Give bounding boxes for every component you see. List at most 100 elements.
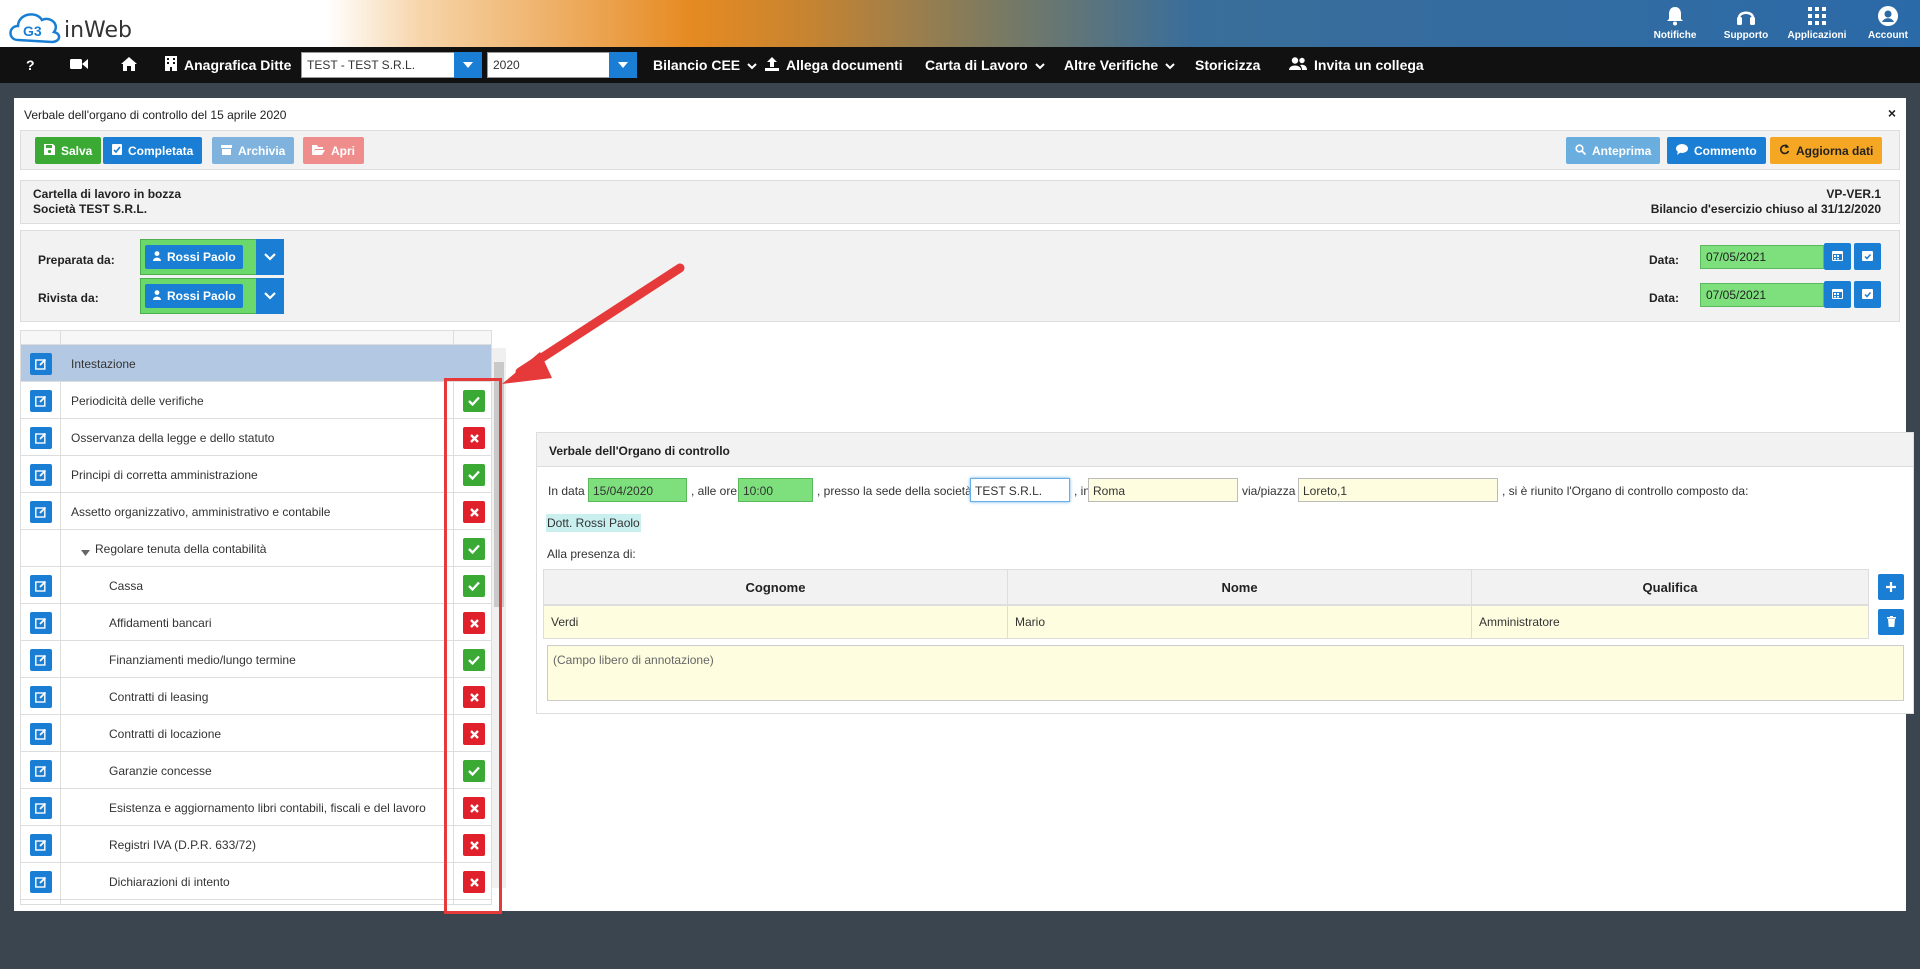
account-button[interactable]: Account	[1853, 4, 1920, 41]
column-nome[interactable]: Nome	[1007, 569, 1472, 605]
tree-row[interactable]: Periodicità delle verifiche	[21, 382, 491, 419]
edit-icon[interactable]	[30, 834, 52, 856]
home-button[interactable]	[121, 47, 137, 83]
notes-textarea[interactable]: (Campo libero di annotazione)	[547, 645, 1904, 701]
allega-documenti-link[interactable]: Allega documenti	[765, 47, 903, 83]
cell-cognome[interactable]: Verdi	[543, 605, 1008, 639]
tree-row[interactable]: Finanziamenti medio/lungo termine	[21, 641, 491, 678]
archivia-button[interactable]: Archivia	[212, 137, 295, 164]
tree-row-label: Finanziamenti medio/lungo termine	[109, 653, 296, 667]
caret-down-icon[interactable]	[81, 545, 90, 559]
document-info-bar: Cartella di lavoro in bozza Società TEST…	[20, 180, 1900, 224]
anteprima-button[interactable]: Anteprima	[1566, 137, 1661, 164]
preparata-dropdown-toggle[interactable]	[256, 239, 284, 275]
altre-verifiche-menu[interactable]: Altre Verifiche	[1064, 47, 1175, 83]
preparata-date-input[interactable]: 07/05/2021	[1700, 245, 1824, 269]
cell-nome[interactable]: Mario	[1007, 605, 1472, 639]
tree-row[interactable]: Esistenza e aggiornamento libri contabil…	[21, 789, 491, 826]
preparata-today-button[interactable]	[1854, 243, 1881, 270]
tree-row[interactable]: Intestazione	[21, 345, 491, 382]
tree-row[interactable]: Regolare tenuta della contabilità	[21, 530, 491, 567]
aggiorna-dati-button[interactable]: Aggiorna dati	[1770, 137, 1883, 164]
bilancio-cee-menu[interactable]: Bilancio CEE	[653, 47, 757, 83]
storicizza-link[interactable]: Storicizza	[1195, 47, 1260, 83]
bilancio-cee-label: Bilancio CEE	[653, 57, 741, 73]
building-icon	[165, 56, 177, 74]
tree-row[interactable]: Garanzie concesse	[21, 752, 491, 789]
edit-icon[interactable]	[30, 575, 52, 597]
carta-di-lavoro-menu[interactable]: Carta di Lavoro	[925, 47, 1045, 83]
preparata-calendar-button[interactable]	[1824, 243, 1851, 270]
edit-icon[interactable]	[30, 390, 52, 412]
support-button[interactable]: Supporto	[1711, 4, 1781, 41]
edit-icon[interactable]	[30, 501, 52, 523]
invita-collega-link[interactable]: Invita un collega	[1289, 47, 1424, 83]
app-logo[interactable]: G3 inWeb	[6, 4, 146, 44]
tree-row[interactable]: Contratti di leasing	[21, 678, 491, 715]
edit-icon[interactable]	[30, 353, 52, 375]
add-row-button[interactable]	[1878, 574, 1904, 600]
alle-ore-text: , alle ore	[691, 484, 738, 498]
via-input[interactable]: Loreto,1	[1298, 478, 1498, 502]
meeting-time-input[interactable]: 10:00	[738, 478, 813, 502]
edit-icon[interactable]	[30, 649, 52, 671]
notifications-label: Notifiche	[1653, 30, 1697, 41]
tree-row[interactable]: Cassa	[21, 567, 491, 604]
rivista-data-label: Data:	[1649, 291, 1680, 305]
column-qualifica[interactable]: Qualifica	[1471, 569, 1869, 605]
edit-icon[interactable]	[30, 871, 52, 893]
notifications-button[interactable]: Notifiche	[1640, 4, 1710, 41]
anagrafica-ditte-link[interactable]: Anagrafica Ditte	[165, 47, 291, 83]
top-header: G3 inWeb Notifiche Supporto Applicazioni…	[0, 0, 1920, 47]
city-input[interactable]: Roma	[1088, 478, 1238, 502]
rivista-person-tag[interactable]: Rossi Paolo	[145, 284, 243, 308]
completata-button[interactable]: Completata	[103, 137, 203, 164]
allega-documenti-label: Allega documenti	[786, 57, 903, 73]
tree-row[interactable]: Affidamenti bancari	[21, 604, 491, 641]
rivista-today-button[interactable]	[1854, 281, 1881, 308]
video-button[interactable]	[70, 47, 88, 83]
tree-row[interactable]: Principi di corretta amministrazione	[21, 456, 491, 493]
company-select-toggle[interactable]	[454, 52, 482, 78]
column-cognome[interactable]: Cognome	[543, 569, 1008, 605]
preparata-select[interactable]: Rossi Paolo	[140, 239, 284, 275]
tree-row[interactable]: Assetto organizzativo, amministrativo e …	[21, 493, 491, 530]
edit-icon[interactable]	[30, 427, 52, 449]
tree-row[interactable]: Registri IVA (D.P.R. 633/72)	[21, 826, 491, 863]
commento-button[interactable]: Commento	[1667, 137, 1766, 164]
edit-icon[interactable]	[30, 760, 52, 782]
edit-icon[interactable]	[30, 464, 52, 486]
applications-button[interactable]: Applicazioni	[1782, 4, 1852, 41]
help-button[interactable]: ?	[26, 47, 35, 83]
salva-button[interactable]: Salva	[35, 137, 102, 164]
tree-row[interactable]: Contratti di locazione	[21, 715, 491, 752]
tree-header	[21, 331, 491, 345]
edit-icon[interactable]	[30, 723, 52, 745]
rivista-select[interactable]: Rossi Paolo	[140, 278, 284, 314]
apri-button[interactable]: Apri	[303, 137, 364, 164]
panel-title: Verbale dell'organo di controllo del 15 …	[24, 108, 287, 122]
preparata-person-name: Rossi Paolo	[167, 250, 236, 264]
delete-row-button[interactable]	[1878, 609, 1904, 635]
year-select-toggle[interactable]	[609, 52, 637, 78]
cell-qualifica[interactable]: Amministratore	[1471, 605, 1869, 639]
rivista-dropdown-toggle[interactable]	[256, 278, 284, 314]
preparata-data-label: Data:	[1649, 253, 1680, 267]
save-icon	[44, 143, 55, 158]
company-select[interactable]: TEST - TEST S.R.L.	[301, 52, 482, 78]
rivista-calendar-button[interactable]	[1824, 281, 1851, 308]
completata-label: Completata	[128, 143, 194, 158]
rivista-date-input[interactable]: 07/05/2021	[1700, 283, 1824, 307]
close-icon[interactable]: ×	[1888, 105, 1896, 121]
tree-row[interactable]: Dichiarazioni di intento	[21, 863, 491, 900]
edit-icon[interactable]	[30, 797, 52, 819]
preparata-person-tag[interactable]: Rossi Paolo	[145, 245, 243, 269]
riunito-text: , si è riunito l'Organo di controllo com…	[1502, 484, 1749, 498]
tree-row[interactable]: Osservanza della legge e dello statuto	[21, 419, 491, 456]
search-icon	[1575, 143, 1587, 158]
meeting-date-input[interactable]: 15/04/2020	[588, 478, 687, 502]
company-input[interactable]: TEST S.R.L.	[970, 478, 1070, 502]
edit-icon[interactable]	[30, 686, 52, 708]
year-select[interactable]: 2020	[487, 52, 637, 78]
edit-icon[interactable]	[30, 612, 52, 634]
